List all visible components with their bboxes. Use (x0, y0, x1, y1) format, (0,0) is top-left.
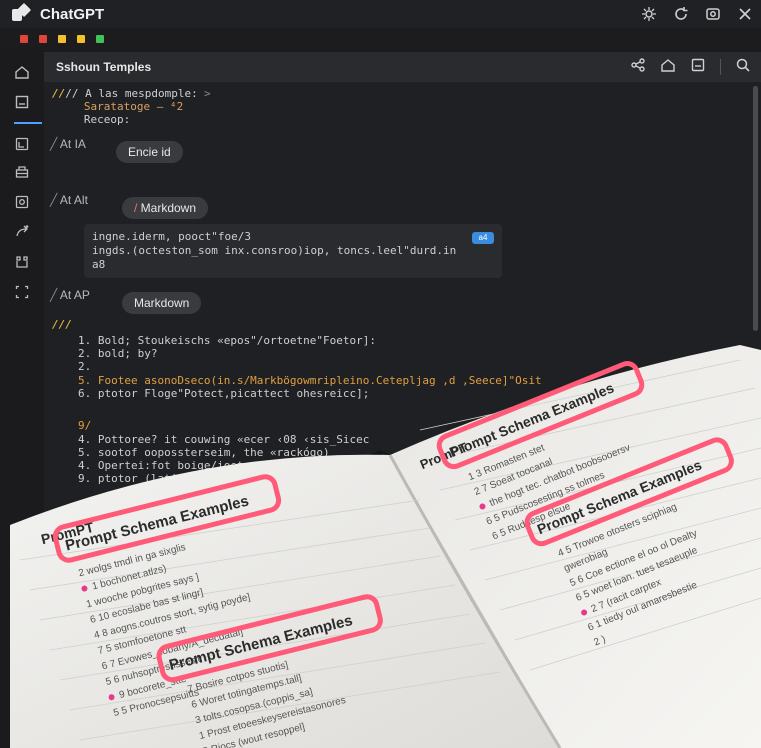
markdown-pill[interactable]: Markdown (122, 292, 202, 314)
panel-title: Sshoun Temples (56, 60, 152, 74)
code-line: ingds.(octeston_som inx.consroo)iop, ton… (92, 244, 457, 257)
share-icon[interactable] (630, 57, 646, 77)
code-line: //// A las mespdomple: (52, 87, 198, 100)
settings-icon[interactable] (641, 6, 657, 22)
refresh-icon[interactable] (673, 6, 689, 22)
close-icon[interactable] (737, 6, 753, 22)
print-icon[interactable] (14, 164, 30, 180)
yellow-dot-icon (58, 35, 66, 43)
code-line: 5. Footee asonoDseco(in.s/Markbögowmripl… (78, 374, 542, 387)
home-icon[interactable] (14, 64, 30, 80)
row-label: ╱ At AP (50, 288, 90, 302)
editor-panel: Sshoun Temples //// A las mespdomple: Sa… (44, 52, 761, 748)
code-line: /// (52, 318, 72, 331)
code-line: a8 (92, 258, 106, 271)
panel-toolbar (630, 57, 751, 77)
camera-icon[interactable] (705, 6, 721, 22)
yellow-dot-icon (77, 35, 85, 43)
panel-header: Sshoun Temples (44, 52, 761, 82)
row-label: ╱ At IA (50, 137, 86, 151)
code-block: ingne.iderm, pooct"foe/3 ingds.(octeston… (84, 224, 502, 278)
markdown-pill[interactable]: / Markdown (122, 197, 209, 219)
code-line: 2. (78, 360, 92, 373)
code-line: 4. Pottoree? it couwing «ecer ‹08 ‹sis_S… (78, 433, 370, 446)
code-line: Receop: (64, 113, 131, 126)
code-line: 2. bold; by? (78, 347, 158, 360)
left-rail (0, 50, 44, 748)
image-icon[interactable] (14, 136, 30, 152)
window-controls (641, 0, 753, 28)
red-dot-icon (39, 35, 47, 43)
crop-icon[interactable] (14, 284, 30, 300)
active-indicator (14, 122, 42, 124)
page-icon[interactable] (14, 94, 30, 110)
code-line: 5. sootof oopossterseim, the «rackógo) (78, 446, 330, 459)
title-bar: ChatGPT (0, 0, 761, 28)
toolbar-separator (720, 59, 721, 75)
image-icon[interactable] (690, 57, 706, 77)
row-label: ╱ At Alt (50, 193, 88, 207)
code-line: Saratatoge – ⁴2 (64, 100, 184, 113)
code-line: 9/ (78, 419, 92, 432)
green-dot-icon (96, 35, 104, 43)
code-line: ingne.iderm, pooct"foe/3 (92, 230, 251, 243)
code-line: 9. ptotor (lations (78, 472, 198, 485)
share-icon[interactable] (14, 224, 30, 240)
chevron-right-icon[interactable]: > (204, 87, 211, 100)
code-line: 4. Opertei:fot boige/ioet (78, 459, 244, 472)
scrollbar[interactable] (753, 86, 758, 331)
encode-pill[interactable]: Encie id (116, 141, 183, 163)
camera-icon[interactable] (14, 194, 30, 210)
color-dot-strip (0, 28, 761, 50)
red-dot-icon (20, 35, 28, 43)
code-line: 6. ptotor Floge"Potect,picattect ohesrei… (78, 387, 370, 400)
home-icon[interactable] (660, 57, 676, 77)
app-title: ChatGPT (40, 5, 105, 23)
search-icon[interactable] (735, 57, 751, 77)
copy-badge[interactable]: a4 (472, 232, 494, 244)
box-icon[interactable] (14, 254, 30, 270)
chatgpt-logo-icon (12, 2, 32, 23)
code-line: 1. Bold; Stoukeischs «epos"/ortoetne"Foe… (78, 334, 377, 347)
